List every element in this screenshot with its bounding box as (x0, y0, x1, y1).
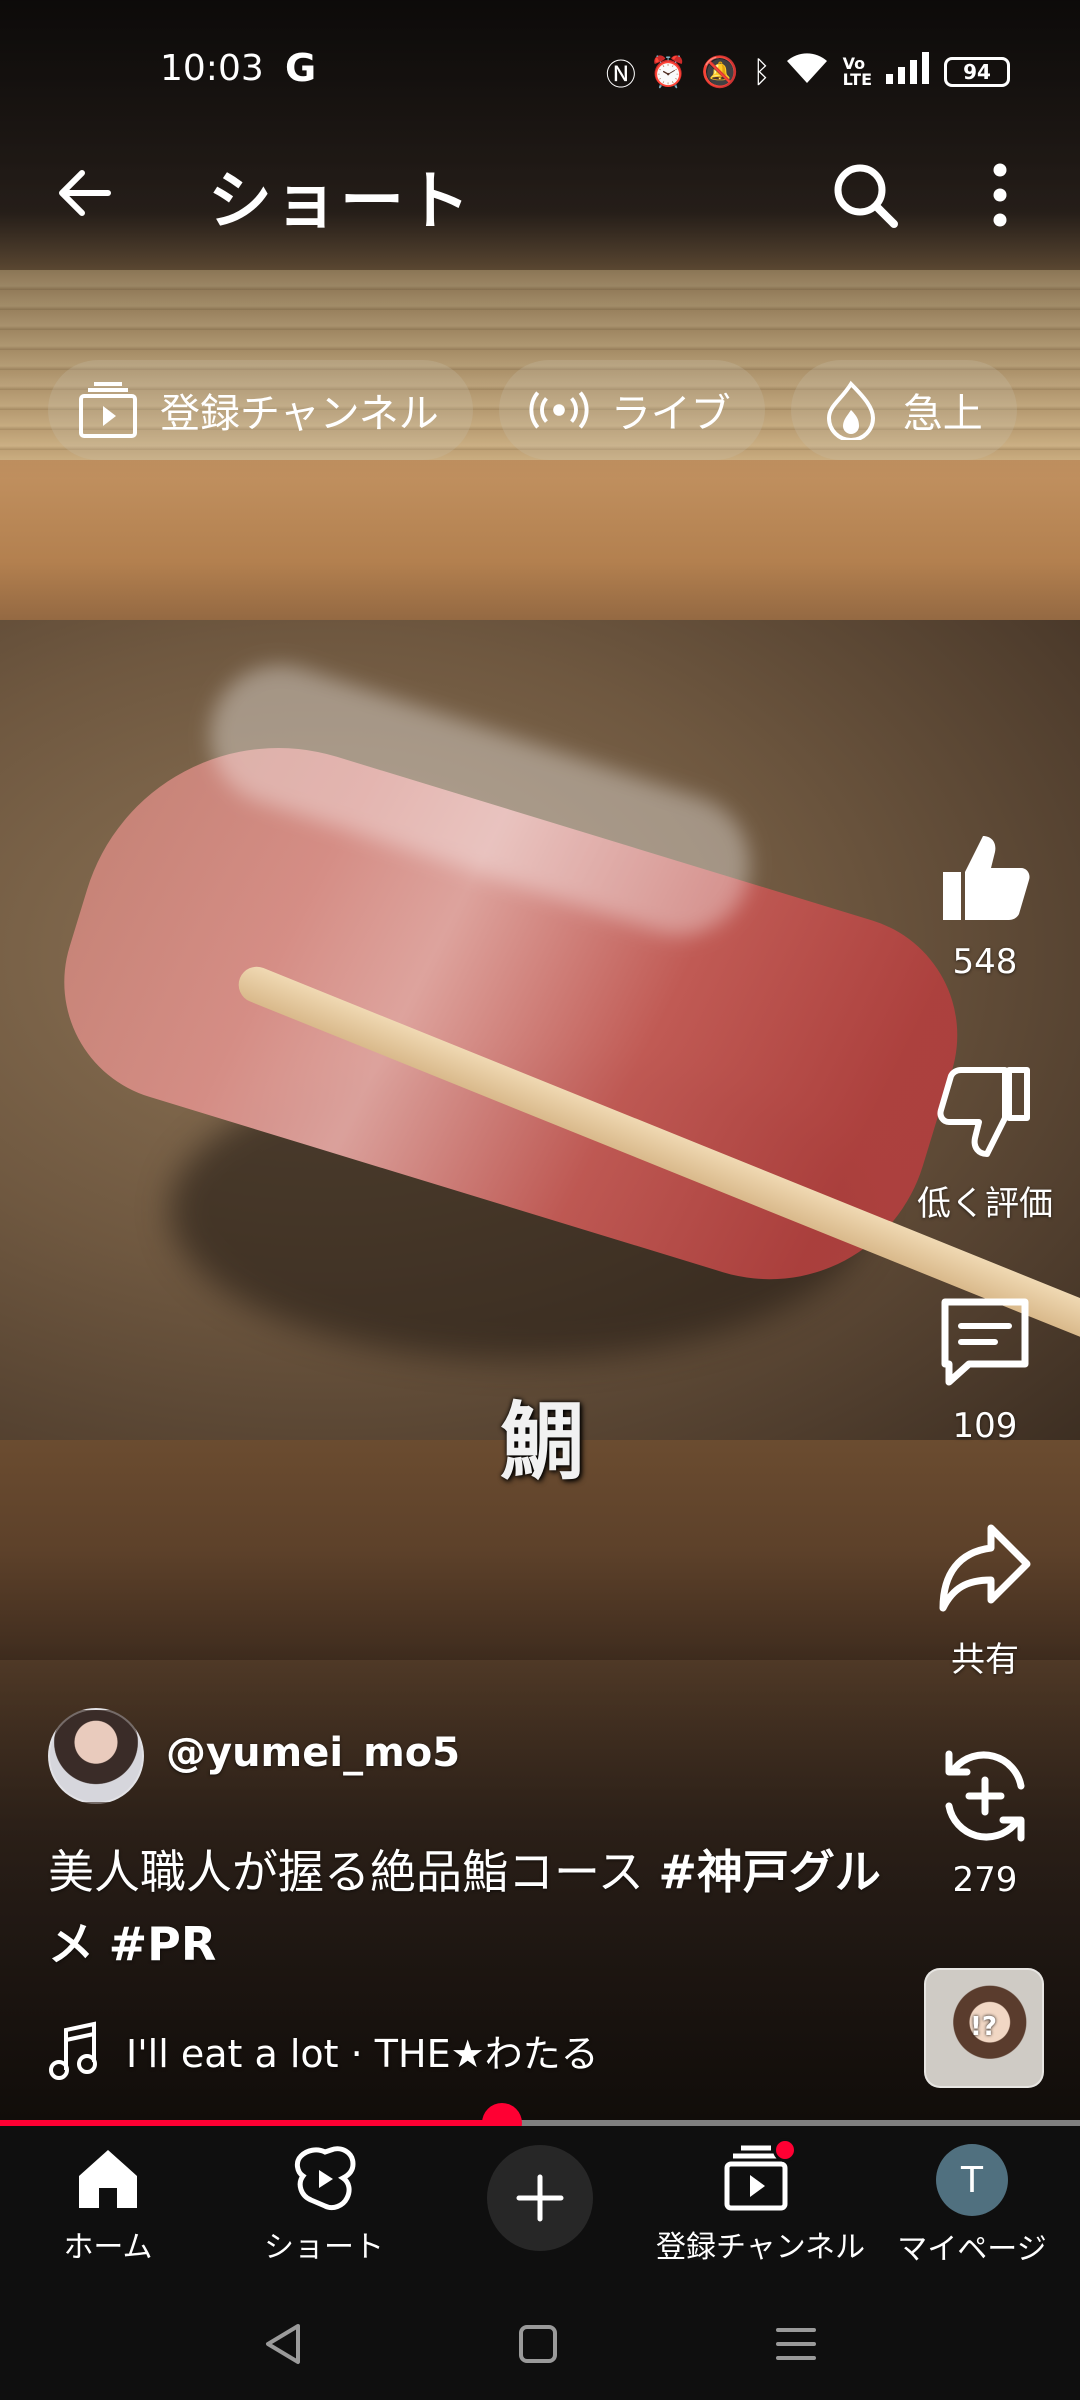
home-icon (73, 2144, 143, 2214)
arrow-left-icon[interactable] (50, 158, 120, 228)
comments-button[interactable]: 109 (900, 1292, 1070, 1446)
share-icon (935, 1518, 1035, 1618)
chip-label: 登録チャンネル (160, 391, 439, 437)
channel-avatar[interactable] (48, 1708, 144, 1804)
share-button[interactable]: 共有 (900, 1518, 1070, 1681)
nav-subscriptions[interactable]: 登録チャンネル (656, 2138, 866, 2266)
system-menu-icon[interactable] (766, 2322, 826, 2366)
top-app-bar: ショート (0, 140, 1080, 250)
shorts-icon (289, 2144, 359, 2214)
system-navigation-bar (0, 2286, 1080, 2400)
nav-shorts[interactable]: ショート (224, 2144, 424, 2266)
comment-count: 109 (952, 1406, 1018, 1446)
bluetooth-icon: ᛒ (752, 54, 771, 90)
like-button[interactable]: 548 (900, 828, 1070, 982)
nav-profile[interactable]: T マイページ (872, 2144, 1072, 2268)
subscriptions-icon (78, 380, 138, 440)
music-title: I'll eat a lot · THE★わたる (126, 2031, 599, 2076)
comment-icon (935, 1292, 1035, 1392)
thumb-down-icon (935, 1062, 1035, 1162)
filter-chips: 登録チャンネル ライブ 急上 (48, 360, 1017, 460)
wifi-icon (785, 51, 829, 93)
dislike-button[interactable]: 低く評価 (900, 1062, 1070, 1225)
mute-icon: 🔕 (701, 54, 739, 90)
create-button[interactable] (487, 2145, 593, 2251)
dislike-label: 低く評価 (917, 1184, 1053, 1224)
description-text: 美人職人が握る絶品鮨コース (48, 1845, 659, 1899)
share-label: 共有 (951, 1640, 1019, 1680)
google-icon: G (285, 46, 317, 90)
subscriptions-icon (721, 2138, 797, 2214)
plus-icon (516, 2174, 564, 2222)
video-caption: 鯛 (500, 1392, 585, 1491)
thumb-overlay-text: !? (970, 2012, 997, 2042)
channel-handle[interactable]: @yumei_mo5 (166, 1730, 460, 1776)
chip-label: ライブ (610, 391, 731, 437)
chip-label: 急上 (902, 391, 983, 437)
battery-icon: 94 (944, 57, 1010, 87)
wood-counter (0, 460, 1080, 630)
status-icons: Ⓝ ⏰ 🔕 ᛒ Vo LTE 94 (606, 50, 1010, 94)
like-count: 548 (952, 942, 1018, 982)
page-title: ショート (208, 165, 472, 239)
music-info[interactable]: I'll eat a lot · THE★わたる (48, 2020, 599, 2080)
video-description[interactable]: 美人職人が握る絶品鮨コース #神戸グルメ #PR (48, 1836, 888, 1980)
hashtag-link[interactable]: #PR (109, 1917, 217, 1971)
chip-live[interactable]: ライブ (498, 360, 765, 460)
system-back-icon[interactable] (254, 2322, 314, 2366)
nav-label: 登録チャンネル (656, 2230, 866, 2265)
status-bar: 10:03 G Ⓝ ⏰ 🔕 ᛒ Vo LTE 94 (0, 40, 1080, 110)
music-note-icon (48, 2020, 98, 2080)
search-icon[interactable] (830, 160, 900, 230)
notification-dot (773, 2138, 797, 2162)
profile-avatar: T (936, 2144, 1008, 2216)
status-time: 10:03 (160, 48, 264, 89)
sound-thumbnail[interactable]: !? (924, 1968, 1044, 2088)
remix-button[interactable]: 279 (900, 1746, 1070, 1900)
remix-count: 279 (952, 1860, 1018, 1900)
system-home-icon[interactable] (508, 2322, 568, 2366)
live-icon (529, 380, 589, 440)
nfc-icon: Ⓝ (605, 58, 636, 93)
thumb-up-icon (935, 828, 1035, 928)
signal-icon (886, 52, 930, 92)
nav-label: マイページ (897, 2232, 1047, 2267)
volte-icon: Vo LTE (842, 54, 872, 89)
chip-trending[interactable]: 急上 (790, 360, 1017, 460)
nav-home[interactable]: ホーム (8, 2144, 208, 2266)
nav-label: ホーム (63, 2230, 153, 2265)
nav-label: ショート (264, 2230, 384, 2265)
bottom-navigation: ホーム ショート 登録チャンネル T マイページ (0, 2126, 1080, 2286)
trending-icon (821, 380, 881, 440)
chip-subscriptions[interactable]: 登録チャンネル (48, 360, 473, 460)
alarm-icon: ⏰ (649, 54, 688, 90)
remix-icon (935, 1746, 1035, 1846)
more-vert-icon[interactable] (980, 160, 1020, 230)
